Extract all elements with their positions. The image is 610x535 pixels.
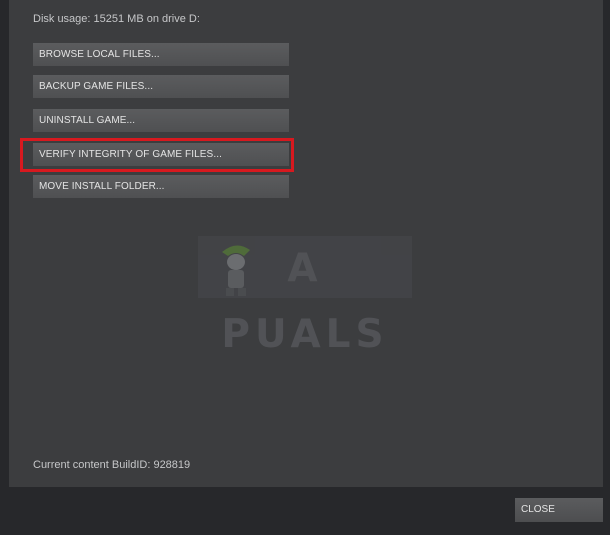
verify-highlight-box bbox=[20, 138, 294, 172]
uninstall-game-button[interactable]: UNINSTALL GAME... bbox=[33, 109, 289, 132]
appuals-mascot-icon bbox=[222, 245, 250, 296]
move-install-folder-button[interactable]: MOVE INSTALL FOLDER... bbox=[33, 175, 289, 198]
build-id-label: Current content BuildID: 928819 bbox=[33, 459, 191, 471]
local-files-window: Disk usage: 15251 MB on drive D: BROWSE … bbox=[0, 0, 610, 535]
backup-game-files-button[interactable]: BACKUP GAME FILES... bbox=[33, 75, 289, 98]
disk-usage-label: Disk usage: 15251 MB on drive D: bbox=[33, 13, 200, 25]
close-button[interactable]: CLOSE bbox=[515, 498, 603, 522]
browse-local-files-button[interactable]: BROWSE LOCAL FILES... bbox=[33, 43, 289, 66]
